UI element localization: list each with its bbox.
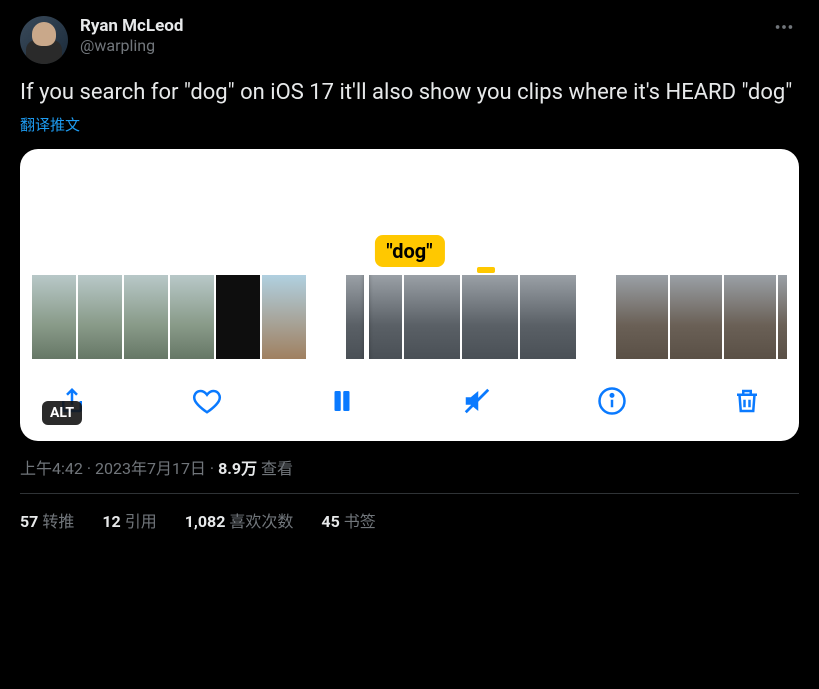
clip-thumbnail[interactable]: [616, 275, 668, 359]
clip-thumbnail[interactable]: [170, 275, 214, 359]
transcript-tooltip: "dog": [374, 235, 444, 267]
video-toolbar: [32, 359, 787, 427]
author-block[interactable]: Ryan McLeod @warpling: [80, 16, 183, 55]
info-icon: [597, 386, 627, 416]
mute-button[interactable]: [459, 383, 495, 419]
clip-thumbnail[interactable]: [724, 275, 776, 359]
trash-icon: [732, 386, 762, 416]
clip-thumbnail[interactable]: [262, 275, 306, 359]
clip-thumbnail[interactable]: [670, 275, 722, 359]
media-attachment: "dog": [20, 149, 799, 441]
playhead[interactable]: [364, 275, 369, 359]
more-menu-button[interactable]: [769, 16, 799, 43]
views-count: 8.9万: [218, 459, 257, 478]
tweet-stats: 57转推 12引用 1,082喜欢次数 45书签: [20, 494, 799, 538]
clip-group[interactable]: [32, 275, 306, 359]
tweet-date[interactable]: 2023年7月17日: [95, 459, 206, 478]
heart-icon: [192, 386, 222, 416]
alt-badge[interactable]: ALT: [42, 401, 82, 425]
tweet-text: If you search for "dog" on iOS 17 it'll …: [20, 78, 799, 108]
clip-thumbnail[interactable]: [520, 275, 576, 359]
delete-button[interactable]: [729, 383, 765, 419]
clip-thumbnail[interactable]: [124, 275, 168, 359]
views-label: 查看: [257, 459, 293, 478]
like-button[interactable]: [189, 383, 225, 419]
clip-thumbnail[interactable]: [778, 275, 787, 359]
author-name: Ryan McLeod: [80, 16, 183, 36]
mute-icon: [462, 386, 492, 416]
video-timeline[interactable]: [32, 275, 787, 359]
clip-thumbnail[interactable]: [216, 275, 260, 359]
ellipsis-icon: [773, 16, 795, 38]
translate-link[interactable]: 翻译推文: [20, 114, 80, 135]
tweet-time[interactable]: 上午4:42: [20, 459, 83, 478]
pause-icon: [327, 386, 357, 416]
clip-group[interactable]: [616, 275, 787, 359]
author-handle: @warpling: [80, 36, 183, 55]
tweet-meta: 上午4:42 · 2023年7月17日 · 8.9万 查看: [20, 455, 799, 494]
retweets-stat[interactable]: 57转推: [20, 508, 74, 532]
clip-group[interactable]: [346, 275, 576, 359]
bookmarks-stat[interactable]: 45书签: [321, 508, 375, 532]
caption-tooltip-row: "dog": [32, 235, 787, 271]
avatar[interactable]: [20, 16, 68, 64]
info-button[interactable]: [594, 383, 630, 419]
pause-button[interactable]: [324, 383, 360, 419]
tweet-header: Ryan McLeod @warpling: [20, 16, 799, 64]
clip-thumbnail[interactable]: [32, 275, 76, 359]
clip-thumbnail[interactable]: [404, 275, 460, 359]
clip-thumbnail[interactable]: [462, 275, 518, 359]
clip-thumbnail[interactable]: [346, 275, 402, 359]
tweet: Ryan McLeod @warpling If you search for …: [0, 0, 819, 550]
quotes-stat[interactable]: 12引用: [102, 508, 156, 532]
playhead-marker: [477, 267, 495, 273]
clip-thumbnail[interactable]: [78, 275, 122, 359]
likes-stat[interactable]: 1,082喜欢次数: [185, 508, 294, 532]
